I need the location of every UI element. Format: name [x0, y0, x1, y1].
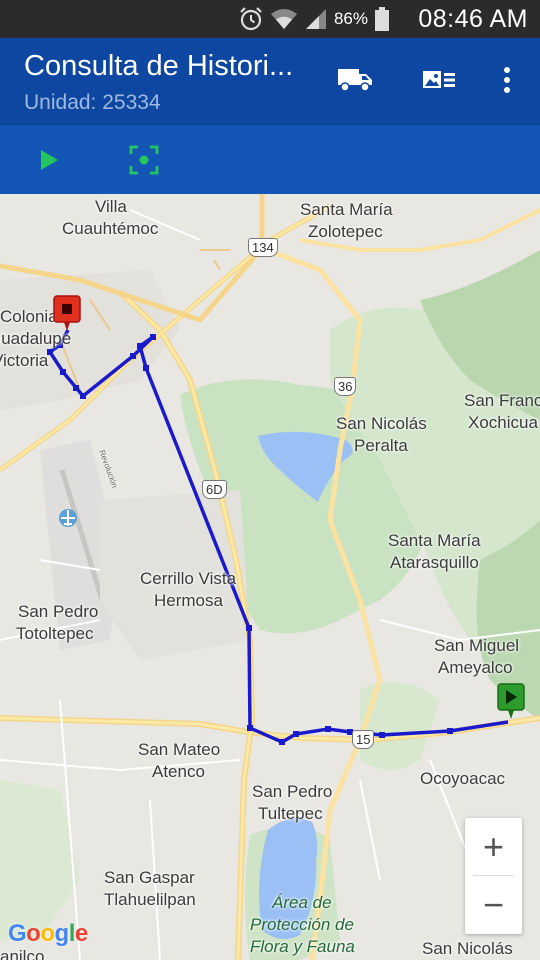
page-title: Consulta de Histori...	[24, 50, 294, 82]
fit-route-button[interactable]	[121, 137, 167, 183]
map-label: Colonia	[0, 307, 58, 326]
map-label: San Miguel	[434, 636, 520, 655]
map-label: San Franc	[464, 391, 540, 410]
map-label: Peralta	[354, 436, 408, 455]
google-letter: e	[74, 920, 88, 947]
map-label: Santa María	[300, 200, 393, 219]
truck-button[interactable]	[334, 58, 376, 102]
map-view[interactable]: Villa Cuauhtémoc Santa María Zolotepec C…	[0, 194, 540, 960]
zoom-out-button[interactable]: −	[465, 876, 522, 933]
screen: 86% 08:46 AM Consulta de Histori... Unid…	[0, 0, 540, 960]
map-label: San Pedro	[18, 602, 99, 621]
map-label: Xochicua	[468, 413, 538, 432]
map-label: Atenco	[152, 762, 205, 781]
map-label: Ameyalco	[438, 658, 513, 677]
status-icons: 86%	[238, 6, 390, 32]
map-label: anilco	[0, 947, 45, 960]
google-letter: g	[54, 920, 70, 947]
battery-icon	[375, 7, 389, 31]
google-letter: G	[8, 920, 27, 947]
google-letter: o	[26, 920, 41, 947]
map-label: Villa	[95, 197, 127, 216]
map-label: Victoria	[0, 351, 49, 370]
map-base	[0, 194, 540, 960]
start-marker[interactable]	[497, 683, 525, 721]
map-label: Atarasquillo	[390, 553, 479, 572]
map-label: Tultepec	[258, 804, 323, 823]
alarm-icon	[240, 7, 262, 31]
battery-percent: 86%	[333, 9, 368, 28]
app-bar: Consulta de Histori... Unidad: 25334	[0, 38, 540, 124]
google-letter: o	[40, 920, 55, 947]
wifi-icon	[270, 9, 297, 29]
status-bar: 86% 08:46 AM	[0, 0, 540, 38]
map-label: Flora y Fauna	[250, 937, 355, 956]
zoom-in-button[interactable]: +	[465, 818, 522, 875]
play-icon	[41, 150, 58, 170]
overflow-menu-icon	[504, 67, 510, 93]
map-label: San Nicolás	[336, 414, 427, 433]
airport-icon	[59, 509, 77, 527]
map-label: Hermosa	[154, 591, 223, 610]
truck-icon	[338, 69, 372, 92]
map-label: Área de	[272, 893, 332, 912]
unit-subtitle: Unidad: 25334	[24, 91, 161, 114]
zoom-controls: + −	[465, 818, 522, 934]
map-label: Protección de	[250, 915, 354, 934]
map-label: San Gaspar	[104, 868, 195, 887]
highway-shield: 134	[248, 238, 278, 257]
highway-shield: 36	[334, 377, 357, 396]
playback-toolbar	[0, 124, 540, 194]
overflow-menu-button[interactable]	[490, 58, 524, 102]
map-label: Cuauhtémoc	[62, 219, 159, 238]
highway-shield: 6D	[202, 480, 227, 499]
map-label: Tlahuelilpan	[104, 890, 196, 909]
end-marker[interactable]	[53, 295, 81, 333]
map-label: Cerrillo Vista	[140, 569, 237, 588]
google-wordmark: Google	[8, 920, 88, 947]
cell-signal-icon	[305, 9, 326, 29]
map-label: Ocoyoacac	[420, 769, 506, 788]
google-logo: Google	[8, 920, 88, 948]
image-list-button[interactable]	[418, 58, 460, 102]
map-label: Zolotepec	[308, 222, 383, 241]
focus-frame-icon	[129, 145, 159, 175]
map-label: Totoltepec	[16, 624, 94, 643]
map-label: San Pedro	[252, 782, 333, 801]
play-button[interactable]	[26, 137, 72, 183]
image-list-icon	[423, 71, 455, 88]
map-label: San Mateo	[138, 740, 221, 759]
map-label: Santa María	[388, 531, 481, 550]
status-clock: 08:46 AM	[418, 5, 528, 33]
highway-shield: 15	[352, 730, 375, 749]
map-label: San Nicolás	[422, 939, 513, 958]
